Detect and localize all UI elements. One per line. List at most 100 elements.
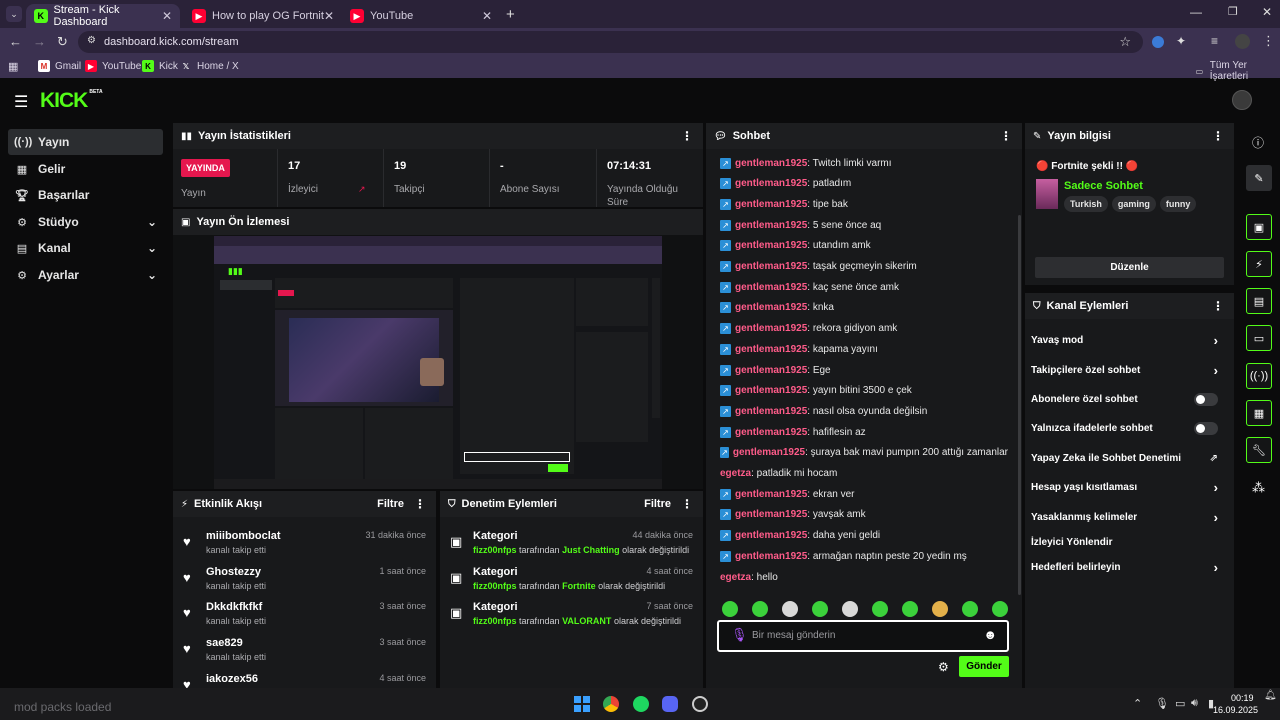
sidebar-item-studyo[interactable]: ⚙ Stüdyo ⌄ [8, 209, 163, 235]
chat-username[interactable]: egetza [720, 468, 751, 479]
emote-icon[interactable] [992, 601, 1008, 617]
all-bookmarks[interactable]: ▭ Tüm Yer İşaretleri [1194, 60, 1280, 82]
discord-icon[interactable] [662, 696, 678, 712]
emote-icon[interactable] [902, 601, 918, 617]
chat-username[interactable]: gentleman1925 [735, 385, 807, 396]
minimize-button[interactable]: — [1190, 5, 1202, 19]
action-followers-only[interactable]: Takipçilere özel sohbet › [1031, 357, 1222, 383]
hamburger-menu-icon[interactable]: ☰ [14, 92, 28, 112]
close-icon[interactable]: ✕ [482, 9, 492, 23]
more-options-icon[interactable]: ⋮ [1212, 299, 1224, 313]
chat-username[interactable]: gentleman1925 [735, 344, 807, 355]
follower-name[interactable]: iakozex56 [206, 673, 258, 685]
chat-username[interactable]: gentleman1925 [735, 199, 807, 210]
chat-username[interactable]: gentleman1925 [735, 282, 807, 293]
category-name[interactable]: Just Chatting [562, 545, 620, 555]
rail-activity-button[interactable]: ⚡︎ [1246, 251, 1272, 277]
maximize-button[interactable]: ❐ [1228, 5, 1238, 18]
sidebar-item-ayarlar[interactable]: ⚙ Ayarlar ⌄ [8, 262, 163, 288]
chat-username[interactable]: gentleman1925 [735, 220, 807, 231]
chat-username[interactable]: gentleman1925 [735, 489, 807, 500]
emote-icon[interactable] [872, 601, 888, 617]
chat-scrollbar[interactable] [1018, 215, 1021, 595]
microphone-tray-icon[interactable]: 🎙︎ [1155, 697, 1169, 710]
windows-start-icon[interactable] [574, 696, 590, 712]
close-icon[interactable]: ✕ [324, 9, 334, 23]
kick-logo[interactable]: KICK BETA [40, 89, 103, 113]
chat-username[interactable]: gentleman1925 [735, 509, 807, 520]
chrome-icon[interactable] [603, 696, 619, 712]
tab-og-fortnite[interactable]: ▶ How to play OG Fortnite in 202 ✕ [184, 4, 342, 28]
profile-avatar[interactable] [1235, 34, 1250, 49]
filter-button[interactable]: Filtre [644, 498, 671, 510]
tag[interactable]: gaming [1111, 196, 1156, 212]
puzzle-icon[interactable]: ✦ [1176, 34, 1186, 48]
emote-icon[interactable] [962, 601, 978, 617]
follower-name[interactable]: miiibomboclat [206, 530, 281, 542]
chat-settings-icon[interactable]: ⚙ [938, 660, 949, 674]
more-options-icon[interactable]: ⋮ [681, 497, 693, 511]
reload-icon[interactable]: ↻ [57, 34, 68, 50]
chat-username[interactable]: gentleman1925 [735, 427, 807, 438]
taskbar-date[interactable]: 16.09.2025 [1213, 705, 1258, 715]
more-options-icon[interactable]: ⋮ [681, 129, 693, 143]
action-redirect-viewers[interactable]: İzleyici Yönlendir [1031, 529, 1222, 555]
apps-grid-icon[interactable]: ▦ [8, 60, 18, 73]
action-slow-mode[interactable]: Yavaş mod › [1031, 327, 1222, 353]
close-window-button[interactable]: ✕ [1262, 5, 1272, 19]
action-account-age[interactable]: Hesap yaşı kısıtlaması › [1031, 474, 1222, 500]
emote-icon[interactable] [752, 601, 768, 617]
category-name[interactable]: Fortnite [562, 581, 596, 591]
rail-chat-button[interactable]: ▭ [1246, 325, 1272, 351]
spotify-icon[interactable] [633, 696, 649, 712]
chat-username[interactable]: gentleman1925 [735, 530, 807, 541]
chat-input[interactable]: 🎙︎ Bir mesaj gönderin ☻ [717, 620, 1009, 652]
chat-username[interactable]: gentleman1925 [735, 551, 807, 562]
browser-menu-icon[interactable]: ⋮ [1262, 33, 1275, 49]
url-bar[interactable]: ⚙ dashboard.kick.com/stream ☆ [78, 31, 1143, 53]
sidebar-item-yayin[interactable]: ((·)) Yayın [8, 129, 163, 155]
emote-icon[interactable] [782, 601, 798, 617]
forward-icon[interactable]: → [33, 34, 46, 49]
bookmark-youtube[interactable]: ▶ YouTube [85, 60, 141, 72]
chat-messages[interactable]: ↗ gentleman1925: Twitch limki varmı ↗ gentl… [706, 149, 1022, 601]
edit-button[interactable]: Düzenle [1035, 257, 1224, 278]
back-icon[interactable]: ← [9, 34, 22, 49]
bookmark-x[interactable]: 𝕏 Home / X [180, 60, 239, 72]
close-icon[interactable]: ✕ [162, 9, 172, 23]
emote-icon[interactable] [932, 601, 948, 617]
bookmark-gmail[interactable]: M Gmail [38, 60, 81, 72]
chat-username[interactable]: egetza [720, 572, 751, 583]
moderator-name[interactable]: fizz00nfps [473, 616, 517, 626]
follower-name[interactable]: sae829 [206, 637, 243, 649]
more-options-icon[interactable]: ⋮ [414, 497, 426, 511]
follower-name[interactable]: Dkkdkfkfkf [206, 601, 262, 613]
follower-name[interactable]: Ghostezzy [206, 566, 261, 578]
emoji-icon[interactable]: ☻ [983, 627, 997, 642]
emote-icon[interactable] [722, 601, 738, 617]
bookmark-kick[interactable]: K Kick [142, 60, 178, 72]
chat-username[interactable]: gentleman1925 [735, 406, 807, 417]
category-thumbnail[interactable] [1036, 179, 1058, 209]
volume-icon[interactable]: 🔊︎ [1191, 697, 1198, 710]
tab-search-button[interactable]: ⌄ [6, 6, 22, 22]
tray-chevron-icon[interactable]: ⌃ [1133, 697, 1142, 710]
action-ai-moderation[interactable]: Yapay Zeka ile Sohbet Denetimi ⇗ [1031, 445, 1222, 471]
extension-icon[interactable] [1152, 36, 1164, 48]
site-info-icon[interactable]: ⚙ [87, 35, 96, 46]
moderator-name[interactable]: fizz00nfps [473, 581, 517, 591]
rail-edit-button[interactable]: ✎ [1246, 165, 1272, 191]
tag[interactable]: Turkish [1064, 196, 1108, 212]
more-options-icon[interactable]: ⋮ [1212, 129, 1224, 143]
chat-username[interactable]: gentleman1925 [735, 158, 807, 169]
chat-username[interactable]: gentleman1925 [735, 323, 807, 334]
rail-preview-button[interactable]: ▣ [1246, 214, 1272, 240]
notification-icon[interactable]: 🔔︎ [1264, 690, 1277, 701]
emote-icon[interactable] [812, 601, 828, 617]
sidebar-item-gelir[interactable]: ▦ Gelir [8, 156, 163, 182]
rail-notes-button[interactable]: ▤ [1246, 288, 1272, 314]
chat-username[interactable]: gentleman1925 [735, 261, 807, 272]
tab-youtube[interactable]: ▶ YouTube ✕ [342, 4, 500, 28]
chat-username[interactable]: gentleman1925 [735, 365, 807, 376]
category-name[interactable]: Sadece Sohbet [1064, 180, 1143, 192]
